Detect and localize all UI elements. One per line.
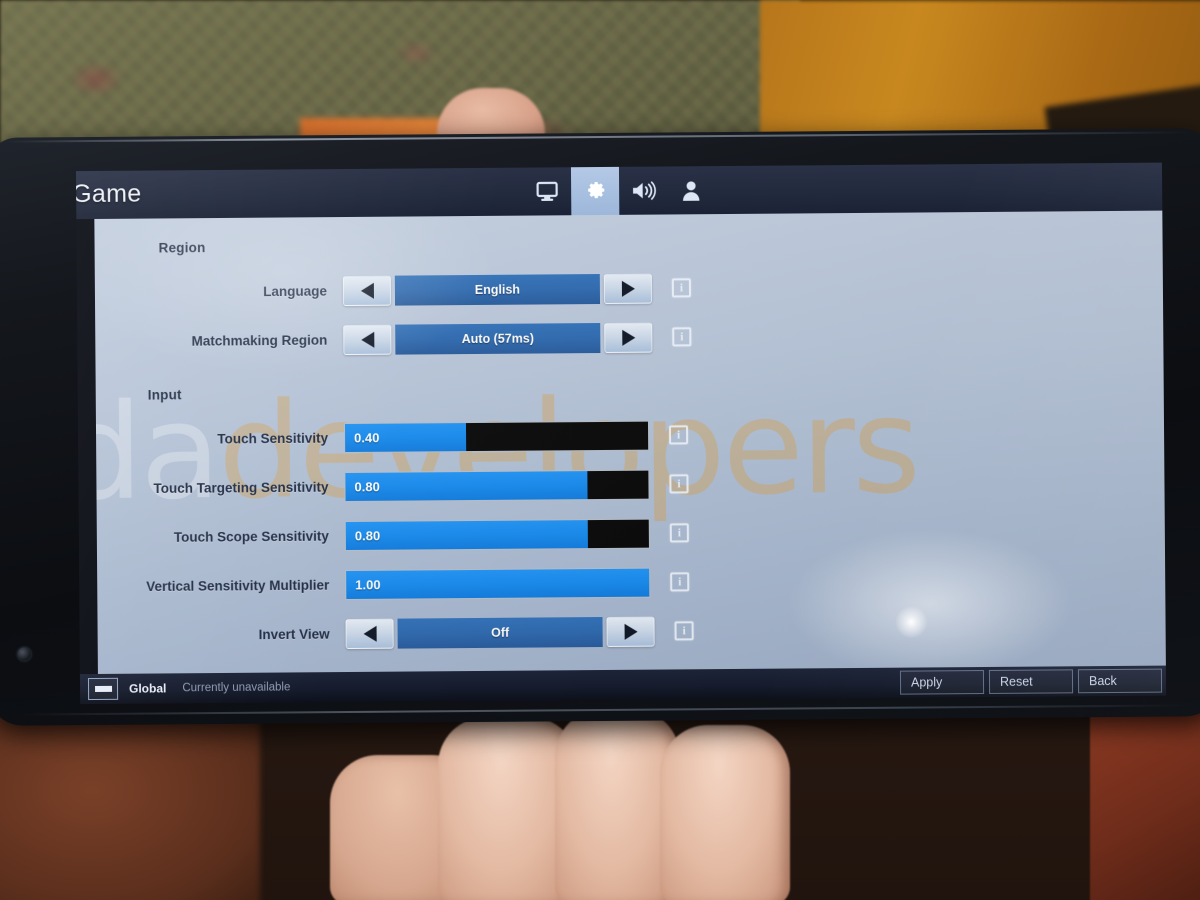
apply-button[interactable]: Apply xyxy=(899,670,985,695)
touch-scope-sensitivity-info-icon[interactable]: i xyxy=(669,523,689,543)
row-control: English i xyxy=(342,273,691,306)
slider-fill xyxy=(345,519,589,550)
chevron-right-icon xyxy=(624,623,638,640)
chevron-left-icon xyxy=(360,331,374,348)
row-control: 1.00 i xyxy=(345,567,690,600)
touch-scope-sensitivity-slider[interactable]: 0.80 xyxy=(344,518,650,551)
settings-row-language: Language English i xyxy=(95,260,1163,317)
settings-row-vertical-sensitivity-multiplier: Vertical Sensitivity Multiplier 1.00 i xyxy=(97,554,1165,611)
scope-label: Global xyxy=(128,681,167,696)
forearm xyxy=(0,710,260,900)
tab-account[interactable] xyxy=(667,166,715,214)
reset-button[interactable]: Reset xyxy=(988,669,1074,694)
row-control: 0.80 i xyxy=(344,518,689,551)
settings-panel: xdadevelopers Region Language English i xyxy=(94,210,1166,674)
row-control: Off i xyxy=(345,616,694,649)
section-header-input: Input xyxy=(147,387,182,403)
settings-row-touch-targeting-sensitivity: Touch Targeting Sensitivity 0.80 i xyxy=(96,456,1164,513)
touch-targeting-sensitivity-info-icon[interactable]: i xyxy=(669,474,689,494)
settings-row-invert-view: Invert View Off i xyxy=(97,603,1165,660)
invert-view-value[interactable]: Off xyxy=(397,616,603,649)
back-button[interactable]: Back xyxy=(1077,668,1163,694)
tab-display[interactable] xyxy=(523,167,571,215)
touch-sensitivity-slider[interactable]: 0.40 xyxy=(343,420,650,453)
row-label: Language xyxy=(263,283,327,299)
settings-rows: Region Language English i Matchmaking Re… xyxy=(94,211,1166,674)
row-control: Auto (57ms) i xyxy=(343,322,692,355)
chevron-right-icon xyxy=(621,280,635,297)
row-control: 0.80 i xyxy=(344,469,689,502)
slider-fill xyxy=(345,470,588,501)
vertical-sensitivity-multiplier-slider[interactable]: 1.00 xyxy=(345,567,651,600)
settings-row-matchmaking-region: Matchmaking Region Auto (57ms) i xyxy=(95,309,1163,366)
row-label: Vertical Sensitivity Multiplier xyxy=(146,577,330,594)
global-toggle[interactable] xyxy=(87,677,119,701)
invert-view-next-button[interactable] xyxy=(606,616,655,647)
matchmaking-region-info-icon[interactable]: i xyxy=(672,327,692,347)
tab-audio[interactable] xyxy=(619,166,667,214)
language-value[interactable]: English xyxy=(394,273,601,306)
slider-value: 0.80 xyxy=(354,478,380,494)
row-label: Touch Scope Sensitivity xyxy=(173,528,329,545)
chevron-right-icon xyxy=(621,329,635,346)
nav-icon-group xyxy=(523,166,715,216)
page-title: Game xyxy=(75,179,142,209)
camera-lens xyxy=(17,647,31,661)
shirt: 52 xyxy=(1090,690,1200,900)
row-label: Touch Targeting Sensitivity xyxy=(153,479,329,496)
matchmaking-region-value[interactable]: Auto (57ms) xyxy=(395,322,601,355)
bezel-highlight-bottom xyxy=(18,704,1191,716)
slider-value: 1.00 xyxy=(355,576,381,592)
chevron-left-icon xyxy=(360,282,374,299)
language-prev-button[interactable] xyxy=(342,275,392,306)
slider-fill xyxy=(346,568,650,599)
matchmaking-region-prev-button[interactable] xyxy=(343,324,392,355)
toggle-bar-icon xyxy=(94,685,112,692)
phone-device: Game xda Region Language English i Match… xyxy=(0,128,1200,726)
row-label: Matchmaking Region xyxy=(191,332,328,349)
row-control: 0.40 i xyxy=(343,420,689,453)
language-info-icon[interactable]: i xyxy=(671,278,691,298)
finger xyxy=(660,725,790,900)
bottom-button-group: Apply Reset Back xyxy=(899,668,1166,695)
section-header-region: Region xyxy=(158,240,206,256)
gear-icon xyxy=(583,178,608,203)
row-label: Touch Sensitivity xyxy=(217,430,329,447)
speaker-icon xyxy=(631,180,656,202)
settings-row-touch-scope-sensitivity: Touch Scope Sensitivity 0.80 i xyxy=(97,505,1165,562)
top-navigation-bar: Game xyxy=(75,162,1163,220)
matchmaking-region-next-button[interactable] xyxy=(604,322,653,353)
settings-row-touch-sensitivity: Touch Sensitivity 0.40 i xyxy=(96,407,1164,464)
language-next-button[interactable] xyxy=(603,273,653,304)
display-icon xyxy=(535,179,559,203)
chevron-left-icon xyxy=(363,625,377,642)
phone-screen: Game xda Region Language English i Match… xyxy=(75,162,1167,705)
touch-targeting-sensitivity-slider[interactable]: 0.80 xyxy=(344,469,650,502)
tab-settings[interactable] xyxy=(570,166,620,216)
touch-sensitivity-info-icon[interactable]: i xyxy=(668,425,689,445)
slider-value: 0.80 xyxy=(354,527,381,543)
person-icon xyxy=(680,179,702,202)
slider-value: 0.40 xyxy=(354,429,380,445)
settings-row: Input xyxy=(96,358,1164,415)
row-label: Invert View xyxy=(258,626,330,642)
invert-view-prev-button[interactable] xyxy=(345,618,394,649)
invert-view-info-icon[interactable]: i xyxy=(674,621,694,641)
vertical-sensitivity-multiplier-info-icon[interactable]: i xyxy=(670,572,690,592)
settings-row: Region xyxy=(94,211,1162,268)
status-text: Currently unavailable xyxy=(182,681,291,695)
